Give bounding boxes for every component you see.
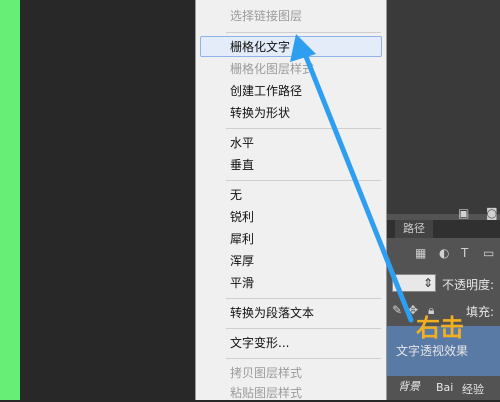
- annotation-arrow: [290, 34, 414, 323]
